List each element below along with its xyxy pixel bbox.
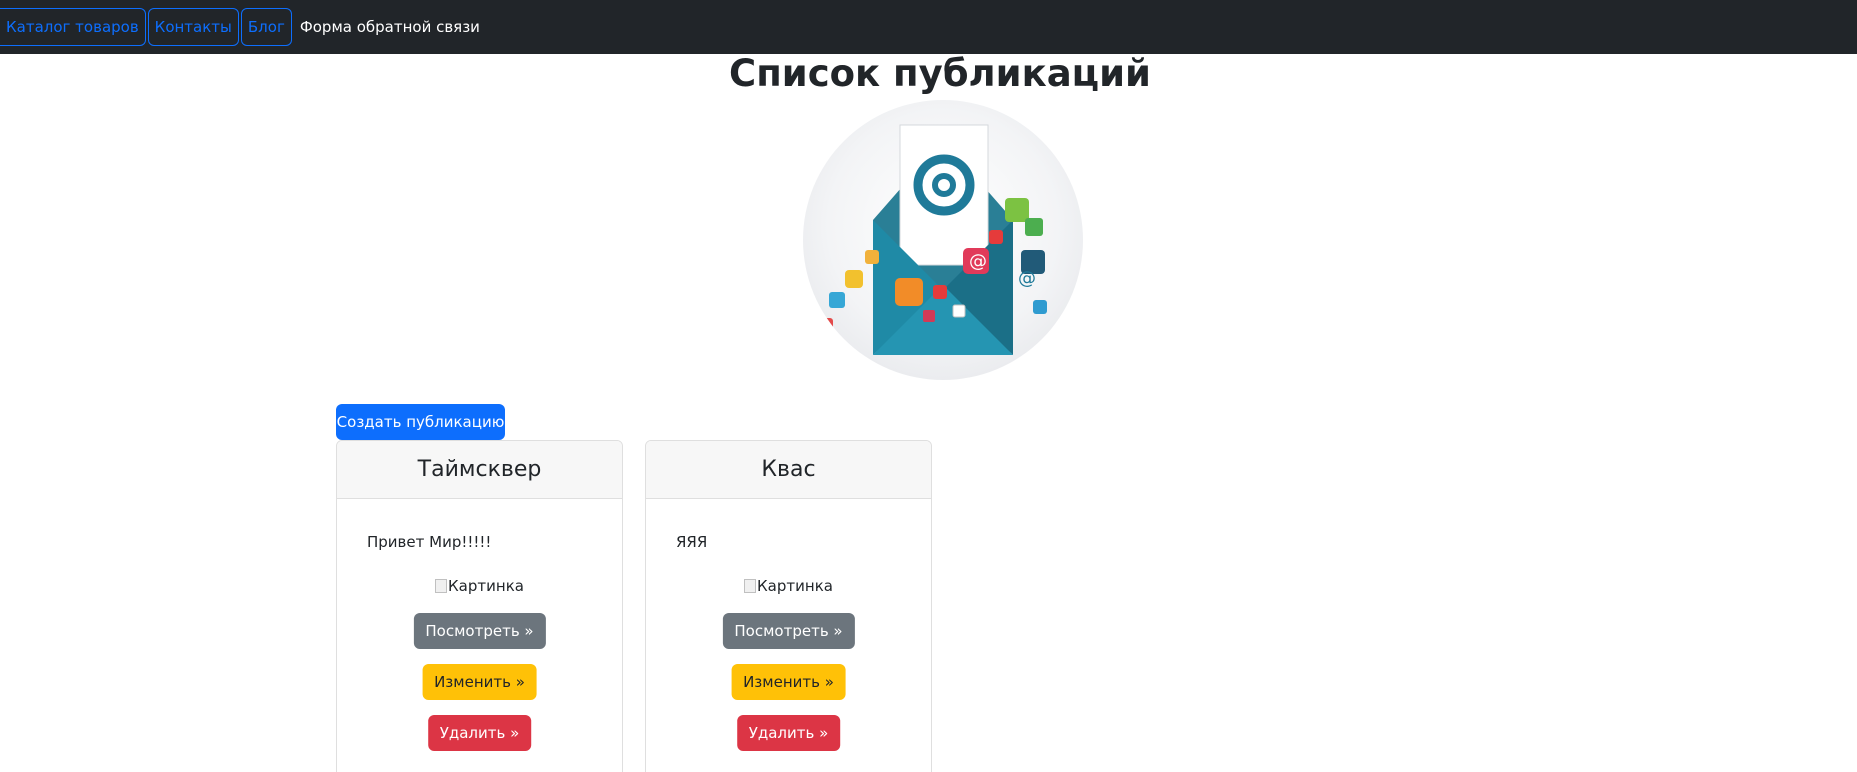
envelope-icon: @ @	[821, 124, 1047, 355]
broken-image-icon	[435, 579, 448, 593]
page-title: Список публикаций	[729, 52, 1151, 95]
nav-catalog-button[interactable]: Каталог товаров	[0, 8, 146, 46]
delete-post-button[interactable]: Удалить »	[736, 715, 841, 751]
post-card: Таймсквер Привет Мир!!!!! Картинка Посмо…	[336, 440, 623, 772]
nav-contacts-button[interactable]: Контакты	[147, 8, 239, 46]
svg-text:@: @	[969, 251, 987, 272]
svg-text:@: @	[1018, 268, 1036, 289]
email-envelope-illustration: @ @	[803, 100, 1083, 380]
post-card-image-alt: Картинка	[448, 577, 524, 595]
broken-image-icon	[744, 579, 757, 593]
view-post-button[interactable]: Посмотреть »	[722, 613, 855, 649]
post-card-text: ЯЯЯ	[676, 533, 708, 551]
nav-blog-button[interactable]: Блог	[240, 8, 292, 46]
delete-post-button[interactable]: Удалить »	[427, 715, 532, 751]
post-card-image: Картинка	[646, 577, 931, 595]
top-navbar: Каталог товаров Контакты Блог Форма обра…	[0, 0, 1857, 54]
post-card: Квас ЯЯЯ Картинка Посмотреть » Изменить …	[645, 440, 932, 772]
post-card-image-alt: Картинка	[757, 577, 833, 595]
edit-post-button[interactable]: Изменить »	[731, 664, 846, 700]
nav-feedback-link[interactable]: Форма обратной связи	[300, 18, 480, 36]
post-card-title: Квас	[646, 441, 931, 499]
view-post-button[interactable]: Посмотреть »	[413, 613, 546, 649]
edit-post-button[interactable]: Изменить »	[422, 664, 537, 700]
post-card-title: Таймсквер	[337, 441, 622, 499]
create-post-button[interactable]: Создать публикацию	[336, 404, 505, 440]
post-card-text: Привет Мир!!!!!	[367, 533, 492, 551]
post-card-image: Картинка	[337, 577, 622, 595]
